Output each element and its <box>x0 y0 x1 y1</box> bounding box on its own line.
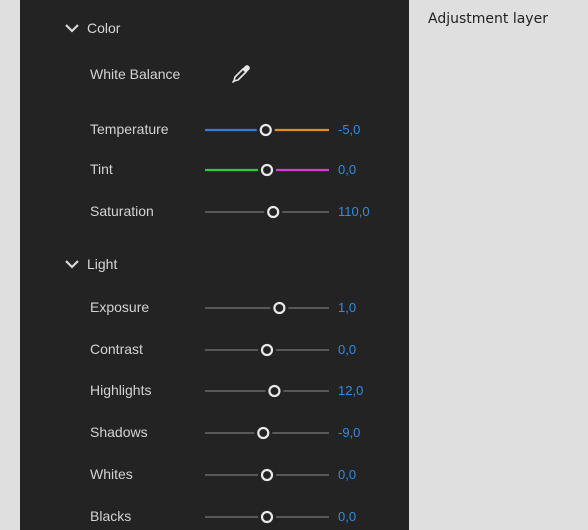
whites-slider[interactable] <box>200 467 334 483</box>
whites-label: Whites <box>90 466 133 482</box>
whites-slider-knob[interactable] <box>260 468 274 482</box>
light-section-label: Light <box>87 256 118 272</box>
blacks-slider[interactable] <box>200 509 334 525</box>
tint-slider-knob[interactable] <box>260 163 274 177</box>
blacks-slider-knob[interactable] <box>260 510 274 524</box>
exposure-slider-knob[interactable] <box>273 301 286 315</box>
highlights-value[interactable]: 12,0 <box>338 383 363 398</box>
shadows-value[interactable]: -9,0 <box>338 425 360 440</box>
chevron-down-icon <box>65 260 79 269</box>
exposure-slider[interactable] <box>200 300 334 316</box>
exposure-label: Exposure <box>90 299 150 315</box>
color-section-header[interactable]: Color <box>64 20 120 36</box>
eyedropper-icon[interactable] <box>230 63 252 85</box>
contrast-label: Contrast <box>90 341 143 357</box>
contrast-slider[interactable] <box>200 342 334 358</box>
highlights-slider[interactable] <box>200 383 334 399</box>
contrast-slider-knob[interactable] <box>260 343 274 357</box>
tint-label: Tint <box>90 161 113 177</box>
saturation-value[interactable]: 110,0 <box>338 204 370 219</box>
tint-slider[interactable] <box>200 162 334 178</box>
chevron-down-icon <box>65 24 79 33</box>
saturation-label: Saturation <box>90 203 154 219</box>
saturation-slider-knob[interactable] <box>267 205 280 219</box>
shadows-slider[interactable] <box>200 425 334 441</box>
temperature-value[interactable]: -5,0 <box>338 122 360 137</box>
color-section-label: Color <box>87 20 121 36</box>
light-section-header[interactable]: Light <box>64 256 117 272</box>
white-balance-label: White Balance <box>90 66 181 82</box>
adjustment-layer-caption: Adjustment layer <box>428 11 548 27</box>
contrast-value[interactable]: 0,0 <box>338 342 356 357</box>
highlights-slider-knob[interactable] <box>268 384 281 398</box>
temperature-label: Temperature <box>90 121 169 137</box>
blacks-value[interactable]: 0,0 <box>338 509 356 524</box>
highlights-label: Highlights <box>90 382 152 398</box>
exposure-value[interactable]: 1,0 <box>338 300 356 315</box>
temperature-slider[interactable] <box>200 122 334 138</box>
shadows-label: Shadows <box>90 424 148 440</box>
shadows-slider-knob[interactable] <box>257 426 270 440</box>
tint-value[interactable]: 0,0 <box>338 162 356 177</box>
blacks-label: Blacks <box>90 508 132 524</box>
temperature-slider-knob[interactable] <box>259 123 272 137</box>
saturation-slider[interactable] <box>200 204 334 220</box>
whites-value[interactable]: 0,0 <box>338 467 356 482</box>
